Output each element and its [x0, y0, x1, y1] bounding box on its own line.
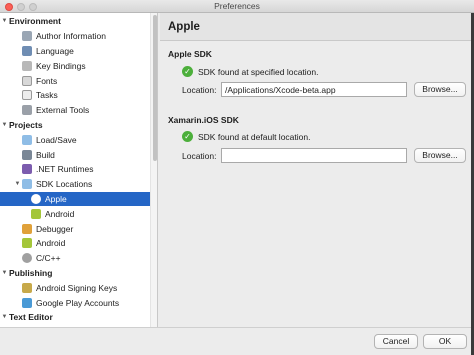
- sidebar-item-label: Load/Save: [36, 134, 77, 145]
- tasks-icon: [22, 90, 32, 101]
- runtime-icon: [22, 164, 32, 175]
- sidebar-section-label: Projects: [9, 119, 43, 130]
- sidebar-item-label: C/C++: [36, 253, 61, 264]
- sidebar-item-author-information[interactable]: Author Information: [0, 29, 150, 44]
- sidebar-item-android-signing-keys[interactable]: Android Signing Keys: [0, 280, 150, 295]
- sidebar-item-net-runtimes[interactable]: .NET Runtimes: [0, 162, 150, 177]
- sidebar-item-tasks[interactable]: Tasks: [0, 88, 150, 103]
- page-title: Apple: [160, 13, 471, 41]
- disclosure-open-icon[interactable]: ▼: [13, 181, 22, 187]
- check-icon: ✓: [182, 66, 193, 77]
- sidebar-item-label: Build: [36, 149, 55, 160]
- sidebar-item-key-bindings[interactable]: Key Bindings: [0, 58, 150, 73]
- apple-sdk-heading: Apple SDK: [168, 49, 212, 59]
- xamarin-sdk-browse-button[interactable]: Browse...: [414, 148, 466, 163]
- sidebar-item-label: Language: [36, 45, 74, 56]
- disclosure-open-icon[interactable]: ▼: [0, 314, 9, 320]
- sidebar-section-environment[interactable]: ▼ Environment: [0, 14, 150, 29]
- key-icon: [22, 282, 32, 293]
- dialog-footer: Cancel OK: [0, 327, 474, 355]
- scrollbar-thumb[interactable]: [152, 15, 157, 161]
- sidebar-section-projects[interactable]: ▼ Projects: [0, 118, 150, 133]
- sidebar-item-fonts[interactable]: Fonts: [0, 73, 150, 88]
- sidebar-section-label: Text Editor: [9, 312, 53, 323]
- disclosure-open-icon[interactable]: ▼: [0, 270, 9, 276]
- disclosure-open-icon[interactable]: ▼: [0, 18, 9, 24]
- settings-panel: Apple Apple SDK ✓ SDK found at specified…: [160, 13, 471, 327]
- sidebar-item-build[interactable]: Build: [0, 147, 150, 162]
- sidebar-item-sdk-locations[interactable]: ▼ SDK Locations: [0, 177, 150, 192]
- sidebar-item-label: Android: [36, 238, 66, 249]
- sidebar-item-debugger[interactable]: Debugger: [0, 221, 150, 236]
- sidebar-item-google-play-accounts[interactable]: Google Play Accounts: [0, 295, 150, 310]
- gear-icon: [22, 253, 32, 264]
- sidebar-item-label: Apple: [45, 193, 67, 204]
- sidebar-section-publishing[interactable]: ▼ Publishing: [0, 266, 150, 281]
- language-icon: [22, 45, 32, 56]
- author-icon: [22, 31, 32, 42]
- sidebar-item-load-save[interactable]: Load/Save: [0, 132, 150, 147]
- sidebar-item-label: Key Bindings: [36, 60, 86, 71]
- fonts-icon: [22, 75, 32, 86]
- sidebar-item-label: .NET Runtimes: [36, 164, 94, 175]
- status-text: SDK found at specified location.: [198, 66, 319, 77]
- apple-sdk-location-field[interactable]: [221, 82, 407, 97]
- ok-button[interactable]: OK: [423, 334, 467, 349]
- sidebar-item-external-tools[interactable]: External Tools: [0, 103, 150, 118]
- android-icon: [22, 238, 32, 249]
- keyboard-icon: [22, 60, 32, 71]
- preferences-sidebar: ▼ Environment Author Information Languag…: [0, 13, 158, 327]
- build-icon: [22, 149, 32, 160]
- sidebar-item-label: Android: [45, 208, 75, 219]
- title-bar: Preferences: [0, 0, 474, 13]
- location-label: Location:: [182, 85, 217, 95]
- folder-icon: [22, 179, 32, 190]
- tools-icon: [22, 105, 32, 116]
- sidebar-item-label: Android Signing Keys: [36, 282, 118, 293]
- sidebar-item-label: SDK Locations: [36, 179, 93, 190]
- location-label: Location:: [182, 151, 217, 161]
- android-icon: [31, 208, 41, 219]
- check-icon: ✓: [182, 131, 193, 142]
- cancel-button[interactable]: Cancel: [374, 334, 418, 349]
- sidebar-section-label: Environment: [9, 16, 61, 27]
- sidebar-item-label: External Tools: [36, 105, 90, 116]
- apple-icon: [31, 193, 41, 204]
- window-title: Preferences: [214, 1, 260, 11]
- debugger-icon: [22, 223, 32, 234]
- xamarin-ios-sdk-heading: Xamarin.iOS SDK: [168, 115, 239, 125]
- sidebar-item-language[interactable]: Language: [0, 44, 150, 59]
- apple-sdk-browse-button[interactable]: Browse...: [414, 82, 466, 97]
- sidebar-item-label: Tasks: [36, 90, 58, 101]
- sidebar-item-label: Author Information: [36, 31, 106, 42]
- play-icon: [22, 297, 32, 308]
- sidebar-item-c-cpp[interactable]: C/C++: [0, 251, 150, 266]
- sidebar-item-label: Google Play Accounts: [36, 297, 120, 308]
- sidebar-scrollbar[interactable]: [150, 13, 157, 327]
- sidebar-item-android[interactable]: Android: [0, 236, 150, 251]
- status-text: SDK found at default location.: [198, 131, 311, 142]
- sidebar-section-text-editor[interactable]: ▼ Text Editor: [0, 310, 150, 325]
- sidebar-section-label: Publishing: [9, 267, 53, 278]
- folder-icon: [22, 134, 32, 145]
- sidebar-item-label: Debugger: [36, 223, 74, 234]
- apple-sdk-status: ✓ SDK found at specified location.: [182, 66, 319, 77]
- xamarin-sdk-status: ✓ SDK found at default location.: [182, 131, 310, 142]
- sidebar-item-label: Fonts: [36, 75, 58, 86]
- disclosure-open-icon[interactable]: ▼: [0, 122, 9, 128]
- sidebar-item-sdk-android[interactable]: Android: [0, 206, 150, 221]
- xamarin-sdk-location-field[interactable]: [221, 148, 407, 163]
- sidebar-item-apple[interactable]: Apple: [0, 191, 150, 207]
